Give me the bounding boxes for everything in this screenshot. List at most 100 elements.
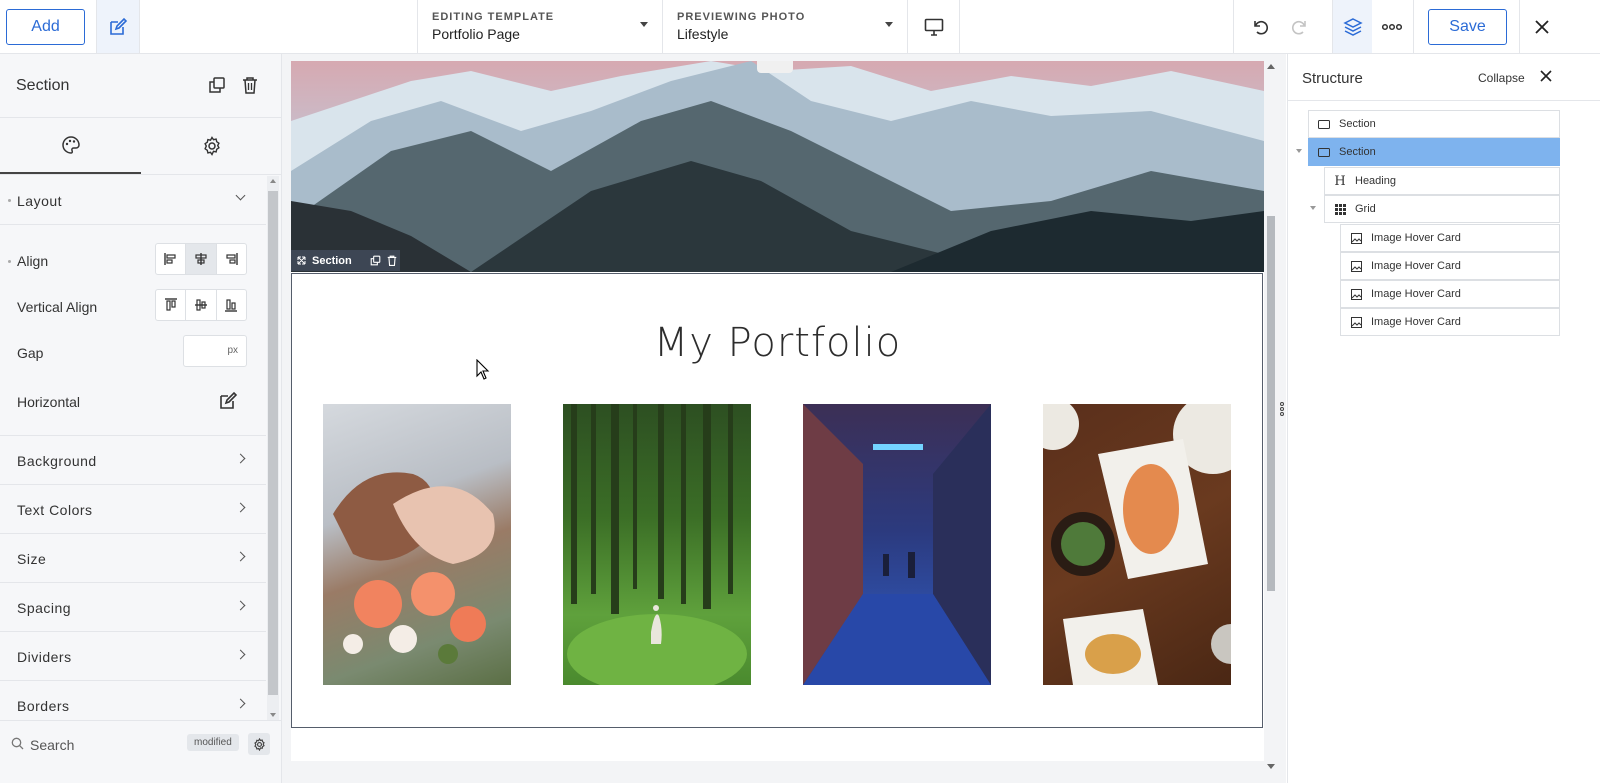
scroll-down-icon <box>270 713 276 717</box>
preview-value: Lifestyle <box>677 26 729 42</box>
move-icon <box>297 256 306 265</box>
image-icon <box>1349 259 1363 273</box>
section-label: Text Colors <box>17 502 93 518</box>
more-options-button[interactable] <box>1372 0 1412 53</box>
tree-node-section[interactable]: Section <box>1308 110 1560 138</box>
undo-button[interactable] <box>1240 0 1280 53</box>
tree-node-label: Heading <box>1355 175 1396 187</box>
add-button[interactable]: Add <box>6 9 85 45</box>
expand-caret-icon[interactable] <box>1296 149 1302 153</box>
preview-dropdown[interactable]: PREVIEWING PHOTO Lifestyle <box>662 0 907 53</box>
scrollbar-thumb[interactable] <box>1267 216 1275 591</box>
scroll-up-icon <box>270 179 276 183</box>
align-top-icon <box>164 298 177 311</box>
dividers-section-header[interactable]: Dividers <box>0 632 266 681</box>
grid-icon <box>1333 202 1347 216</box>
image-hover-card[interactable] <box>1043 404 1231 685</box>
vertical-align-segmented-control <box>155 289 247 321</box>
template-value: Portfolio Page <box>432 26 520 42</box>
align-left-button[interactable] <box>156 244 187 274</box>
edit-mode-button[interactable] <box>96 0 140 53</box>
gap-input[interactable]: px <box>183 335 247 367</box>
align-right-button[interactable] <box>217 244 246 274</box>
image-hover-card[interactable] <box>563 404 751 685</box>
vertical-align-label: Vertical Align <box>17 299 98 315</box>
divider <box>1233 0 1234 53</box>
forest-walker-photo <box>567 404 747 685</box>
spacing-section-header[interactable]: Spacing <box>0 583 266 632</box>
search-icon <box>11 737 24 750</box>
tree-node-image-hover-card[interactable]: Image Hover Card <box>1340 224 1560 252</box>
section-label: Background <box>17 453 97 469</box>
canvas-scrollbar[interactable] <box>1264 61 1278 769</box>
section-icon <box>1317 117 1331 131</box>
search-input[interactable]: Search <box>30 737 74 753</box>
hero-section[interactable] <box>291 61 1264 272</box>
redo-button[interactable] <box>1280 0 1320 53</box>
structure-title: Structure <box>1302 70 1363 87</box>
tree-node-image-hover-card[interactable]: Image Hover Card <box>1340 308 1560 336</box>
modified-filter-badge[interactable]: modified <box>187 734 239 751</box>
top-toolbar: Add EDITING TEMPLATE Portfolio Page PREV… <box>0 0 1600 54</box>
image-hover-card[interactable] <box>803 404 991 685</box>
align-middle-icon <box>194 299 207 311</box>
inspector-panel: Section Layout Align Vertical Align Gap … <box>0 54 282 783</box>
chevron-right-icon <box>235 649 246 660</box>
portfolio-heading[interactable]: My Portfolio <box>291 320 1264 366</box>
expand-caret-icon[interactable] <box>1310 206 1316 210</box>
close-editor-button[interactable] <box>1522 0 1562 53</box>
structure-header: Structure Collapse <box>1288 54 1600 101</box>
search-settings-button[interactable] <box>248 733 270 755</box>
inspector-header: Section <box>0 54 281 118</box>
edit-icon <box>110 17 128 35</box>
modified-dot <box>8 199 11 202</box>
valign-middle-button[interactable] <box>186 290 217 320</box>
size-section-header[interactable]: Size <box>0 534 266 583</box>
tab-style[interactable] <box>0 118 141 174</box>
align-row: Align <box>0 243 266 289</box>
tab-settings[interactable] <box>141 118 282 174</box>
collapse-button[interactable]: Collapse <box>1478 71 1525 85</box>
close-structure-button[interactable] <box>1537 67 1555 85</box>
inspector-tabs <box>0 118 281 175</box>
undo-icon <box>1254 20 1269 34</box>
section-label: Spacing <box>17 600 72 616</box>
duplicate-icon[interactable] <box>370 255 381 266</box>
panel-resize-handle[interactable] <box>1278 402 1286 416</box>
duplicate-button[interactable] <box>206 74 228 96</box>
layers-button[interactable] <box>1332 0 1372 53</box>
borders-section-header[interactable]: Borders <box>0 681 266 720</box>
image-hover-card[interactable] <box>323 404 511 685</box>
tree-node-section-selected[interactable]: Section <box>1308 138 1560 166</box>
gap-unit: px <box>227 345 238 356</box>
drag-handle[interactable] <box>757 61 793 73</box>
more-icon <box>1382 23 1402 30</box>
tree-node-heading[interactable]: H Heading <box>1324 167 1560 195</box>
text-colors-section-header[interactable]: Text Colors <box>0 485 266 534</box>
save-button[interactable]: Save <box>1428 9 1507 45</box>
tree-node-grid[interactable]: Grid <box>1324 195 1560 223</box>
valign-bottom-button[interactable] <box>217 290 246 320</box>
scrollbar-thumb[interactable] <box>268 191 278 695</box>
layout-section-header[interactable]: Layout <box>0 176 266 225</box>
tree-node-image-hover-card[interactable]: Image Hover Card <box>1340 280 1560 308</box>
layout-body: Align Vertical Align Gap px Horizontal <box>0 225 266 435</box>
align-segmented-control <box>155 243 247 275</box>
section-toolbar[interactable]: Section <box>291 250 400 271</box>
inspector-scrollbar[interactable] <box>267 176 279 720</box>
device-toggle-button[interactable] <box>907 0 960 53</box>
section-label: Size <box>17 551 47 567</box>
trash-icon[interactable] <box>387 255 397 266</box>
align-left-icon <box>163 253 176 265</box>
scroll-down-icon <box>1267 764 1275 769</box>
delete-button[interactable] <box>239 74 261 96</box>
align-center-button[interactable] <box>186 244 217 274</box>
duplicate-icon <box>209 77 225 93</box>
tree-node-label: Image Hover Card <box>1371 288 1461 300</box>
horizontal-edit-button[interactable] <box>218 391 238 414</box>
structure-panel: Structure Collapse Section Section H Hea… <box>1287 54 1600 783</box>
valign-top-button[interactable] <box>156 290 187 320</box>
template-dropdown[interactable]: EDITING TEMPLATE Portfolio Page <box>417 0 662 53</box>
background-section-header[interactable]: Background <box>0 436 266 485</box>
tree-node-image-hover-card[interactable]: Image Hover Card <box>1340 252 1560 280</box>
